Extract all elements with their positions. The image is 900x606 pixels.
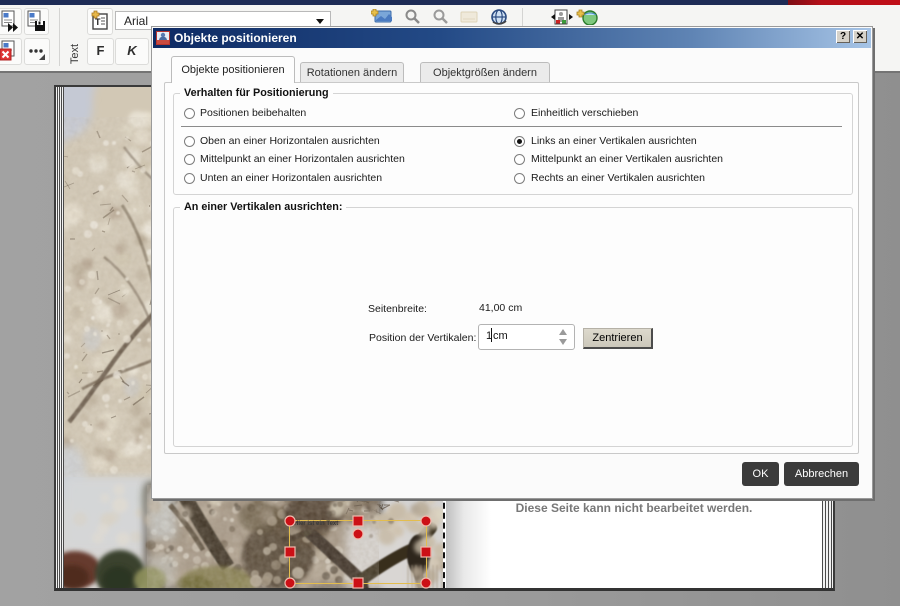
svg-text:T: T bbox=[95, 17, 101, 27]
